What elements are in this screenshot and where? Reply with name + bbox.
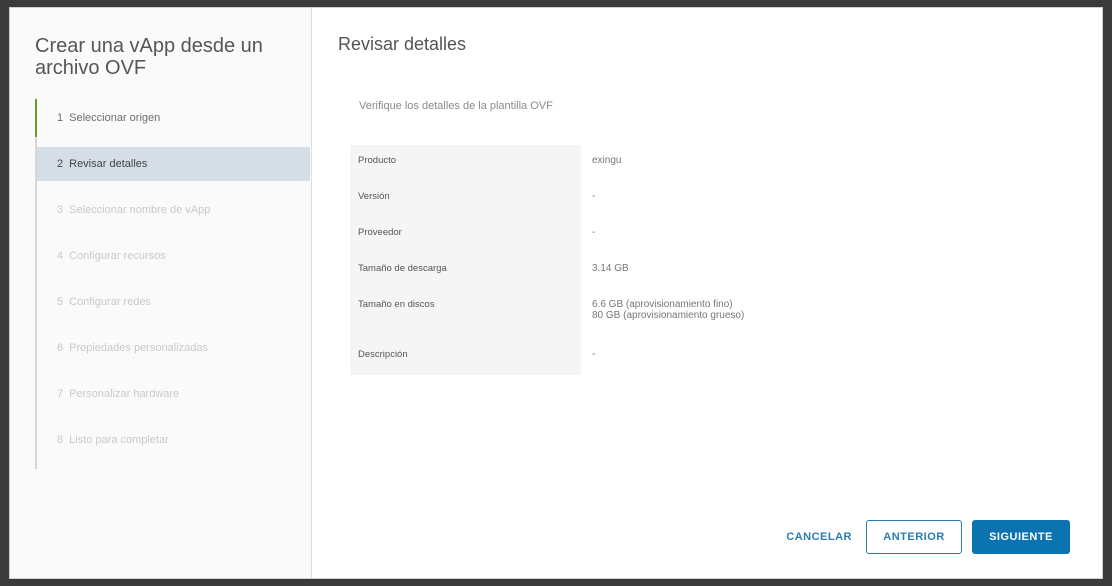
wizard-dialog: Crear una vApp desde un archivo OVF 1 Sel… (9, 7, 1103, 579)
detail-row-download-size: Tamaño de descarga 3.14 GB (350, 253, 790, 289)
detail-key: Proveedor (350, 217, 581, 253)
detail-value: - (592, 191, 596, 202)
detail-row-product: Producto exingu (350, 145, 790, 181)
dialog-title: Crear una vApp desde un archivo OVF (35, 35, 263, 79)
step-number: 3 (57, 204, 64, 216)
page-title: Revisar detalles (338, 34, 467, 54)
step-label: Configurar redes (69, 296, 152, 308)
detail-key: Tamaño de descarga (350, 253, 581, 289)
detail-key: Producto (350, 145, 581, 181)
step-configure-networks: 5 Configurar redes (37, 285, 310, 319)
step-label: Listo para completar (69, 434, 169, 446)
detail-value: 3.14 GB (592, 263, 629, 274)
step-label: Seleccionar origen (69, 112, 161, 124)
wizard-content: Revisar detalles Verifique los detalles … (312, 8, 1102, 578)
detail-value: 6.6 GB (aprovisionamiento fino) 80 GB (a… (581, 289, 790, 339)
detail-value: - (592, 227, 596, 238)
step-number: 7 (57, 388, 64, 400)
step-label: Revisar detalles (69, 158, 148, 170)
detail-row-version: Versión - (350, 181, 790, 217)
details-table: Producto exingu Versión - Proveedor - Ta… (350, 145, 790, 375)
step-number: 8 (57, 434, 64, 446)
step-ready-to-complete: 8 Listo para completar (37, 423, 310, 457)
detail-key: Tamaño en discos (350, 289, 581, 339)
wizard-footer: CANCELAR ANTERIOR SIGUIENTE (782, 520, 1070, 554)
detail-row-disk-size: Tamaño en discos 6.6 GB (aprovisionamien… (350, 289, 790, 339)
detail-key: Descripción (350, 339, 581, 375)
step-number: 6 (57, 342, 64, 354)
step-review-details[interactable]: 2 Revisar detalles (37, 147, 310, 181)
detail-value: - (592, 349, 596, 360)
step-number: 4 (57, 250, 64, 262)
step-number: 2 (57, 158, 64, 170)
detail-row-description: Descripción - (350, 339, 790, 375)
detail-key: Versión (350, 181, 581, 217)
step-label: Propiedades personalizadas (69, 342, 208, 354)
step-select-name: 3 Seleccionar nombre de vApp (37, 193, 310, 227)
cancel-button[interactable]: CANCELAR (782, 520, 856, 554)
step-label: Configurar recursos (69, 250, 166, 262)
step-label: Seleccionar nombre de vApp (69, 204, 211, 216)
step-number: 1 (57, 112, 64, 124)
step-configure-resources: 4 Configurar recursos (37, 239, 310, 273)
wizard-steps: 1 Seleccionar origen 2 Revisar detalles 3S… (35, 99, 310, 469)
next-button[interactable]: SIGUIENTE (972, 520, 1070, 554)
wizard-sidebar: Crear una vApp desde un archivo OVF 1 Sel… (10, 8, 312, 578)
back-button[interactable]: ANTERIOR (866, 520, 962, 554)
disk-size-thin: 6.6 GB (aprovisionamiento fino) (592, 299, 733, 310)
intro-text: Verifique los detalles de la plantilla O… (359, 100, 553, 112)
step-customize-hardware: 7 Personalizar hardware (37, 377, 310, 411)
disk-size-thick: 80 GB (aprovisionamiento grueso) (592, 310, 745, 321)
step-select-source[interactable]: 1 Seleccionar origen (35, 99, 310, 137)
step-number: 5 (57, 296, 64, 308)
detail-value: exingu (592, 155, 622, 166)
step-custom-properties: 6 Propiedades personalizadas (37, 331, 310, 365)
detail-row-vendor: Proveedor - (350, 217, 790, 253)
step-label: Personalizar hardware (69, 388, 180, 400)
